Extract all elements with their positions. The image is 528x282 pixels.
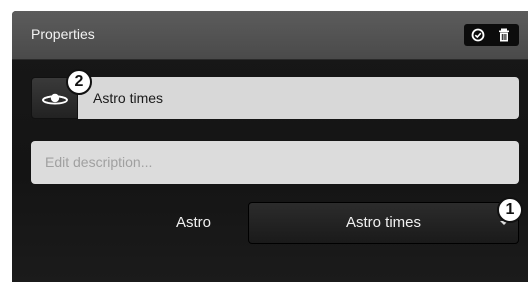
orbit-icon	[42, 93, 68, 105]
astro-select[interactable]: Astro times	[248, 202, 519, 244]
header-toolbar	[464, 24, 519, 46]
callout-badge-1: 1	[497, 197, 523, 223]
callout-badge-2: 2	[66, 69, 92, 95]
name-row: Astro times	[31, 77, 519, 119]
description-field[interactable]: Edit description...	[31, 141, 519, 184]
check-circle-icon[interactable]	[470, 27, 486, 43]
panel-title: Properties	[31, 26, 95, 42]
astro-label: Astro	[176, 214, 212, 231]
trash-icon[interactable]	[496, 27, 512, 43]
astro-select-value: Astro times	[345, 214, 421, 231]
panel-header: Properties	[12, 11, 528, 60]
properties-panel: Properties Astro times Edit description.…	[12, 11, 528, 282]
name-field[interactable]: Astro times	[78, 77, 519, 119]
